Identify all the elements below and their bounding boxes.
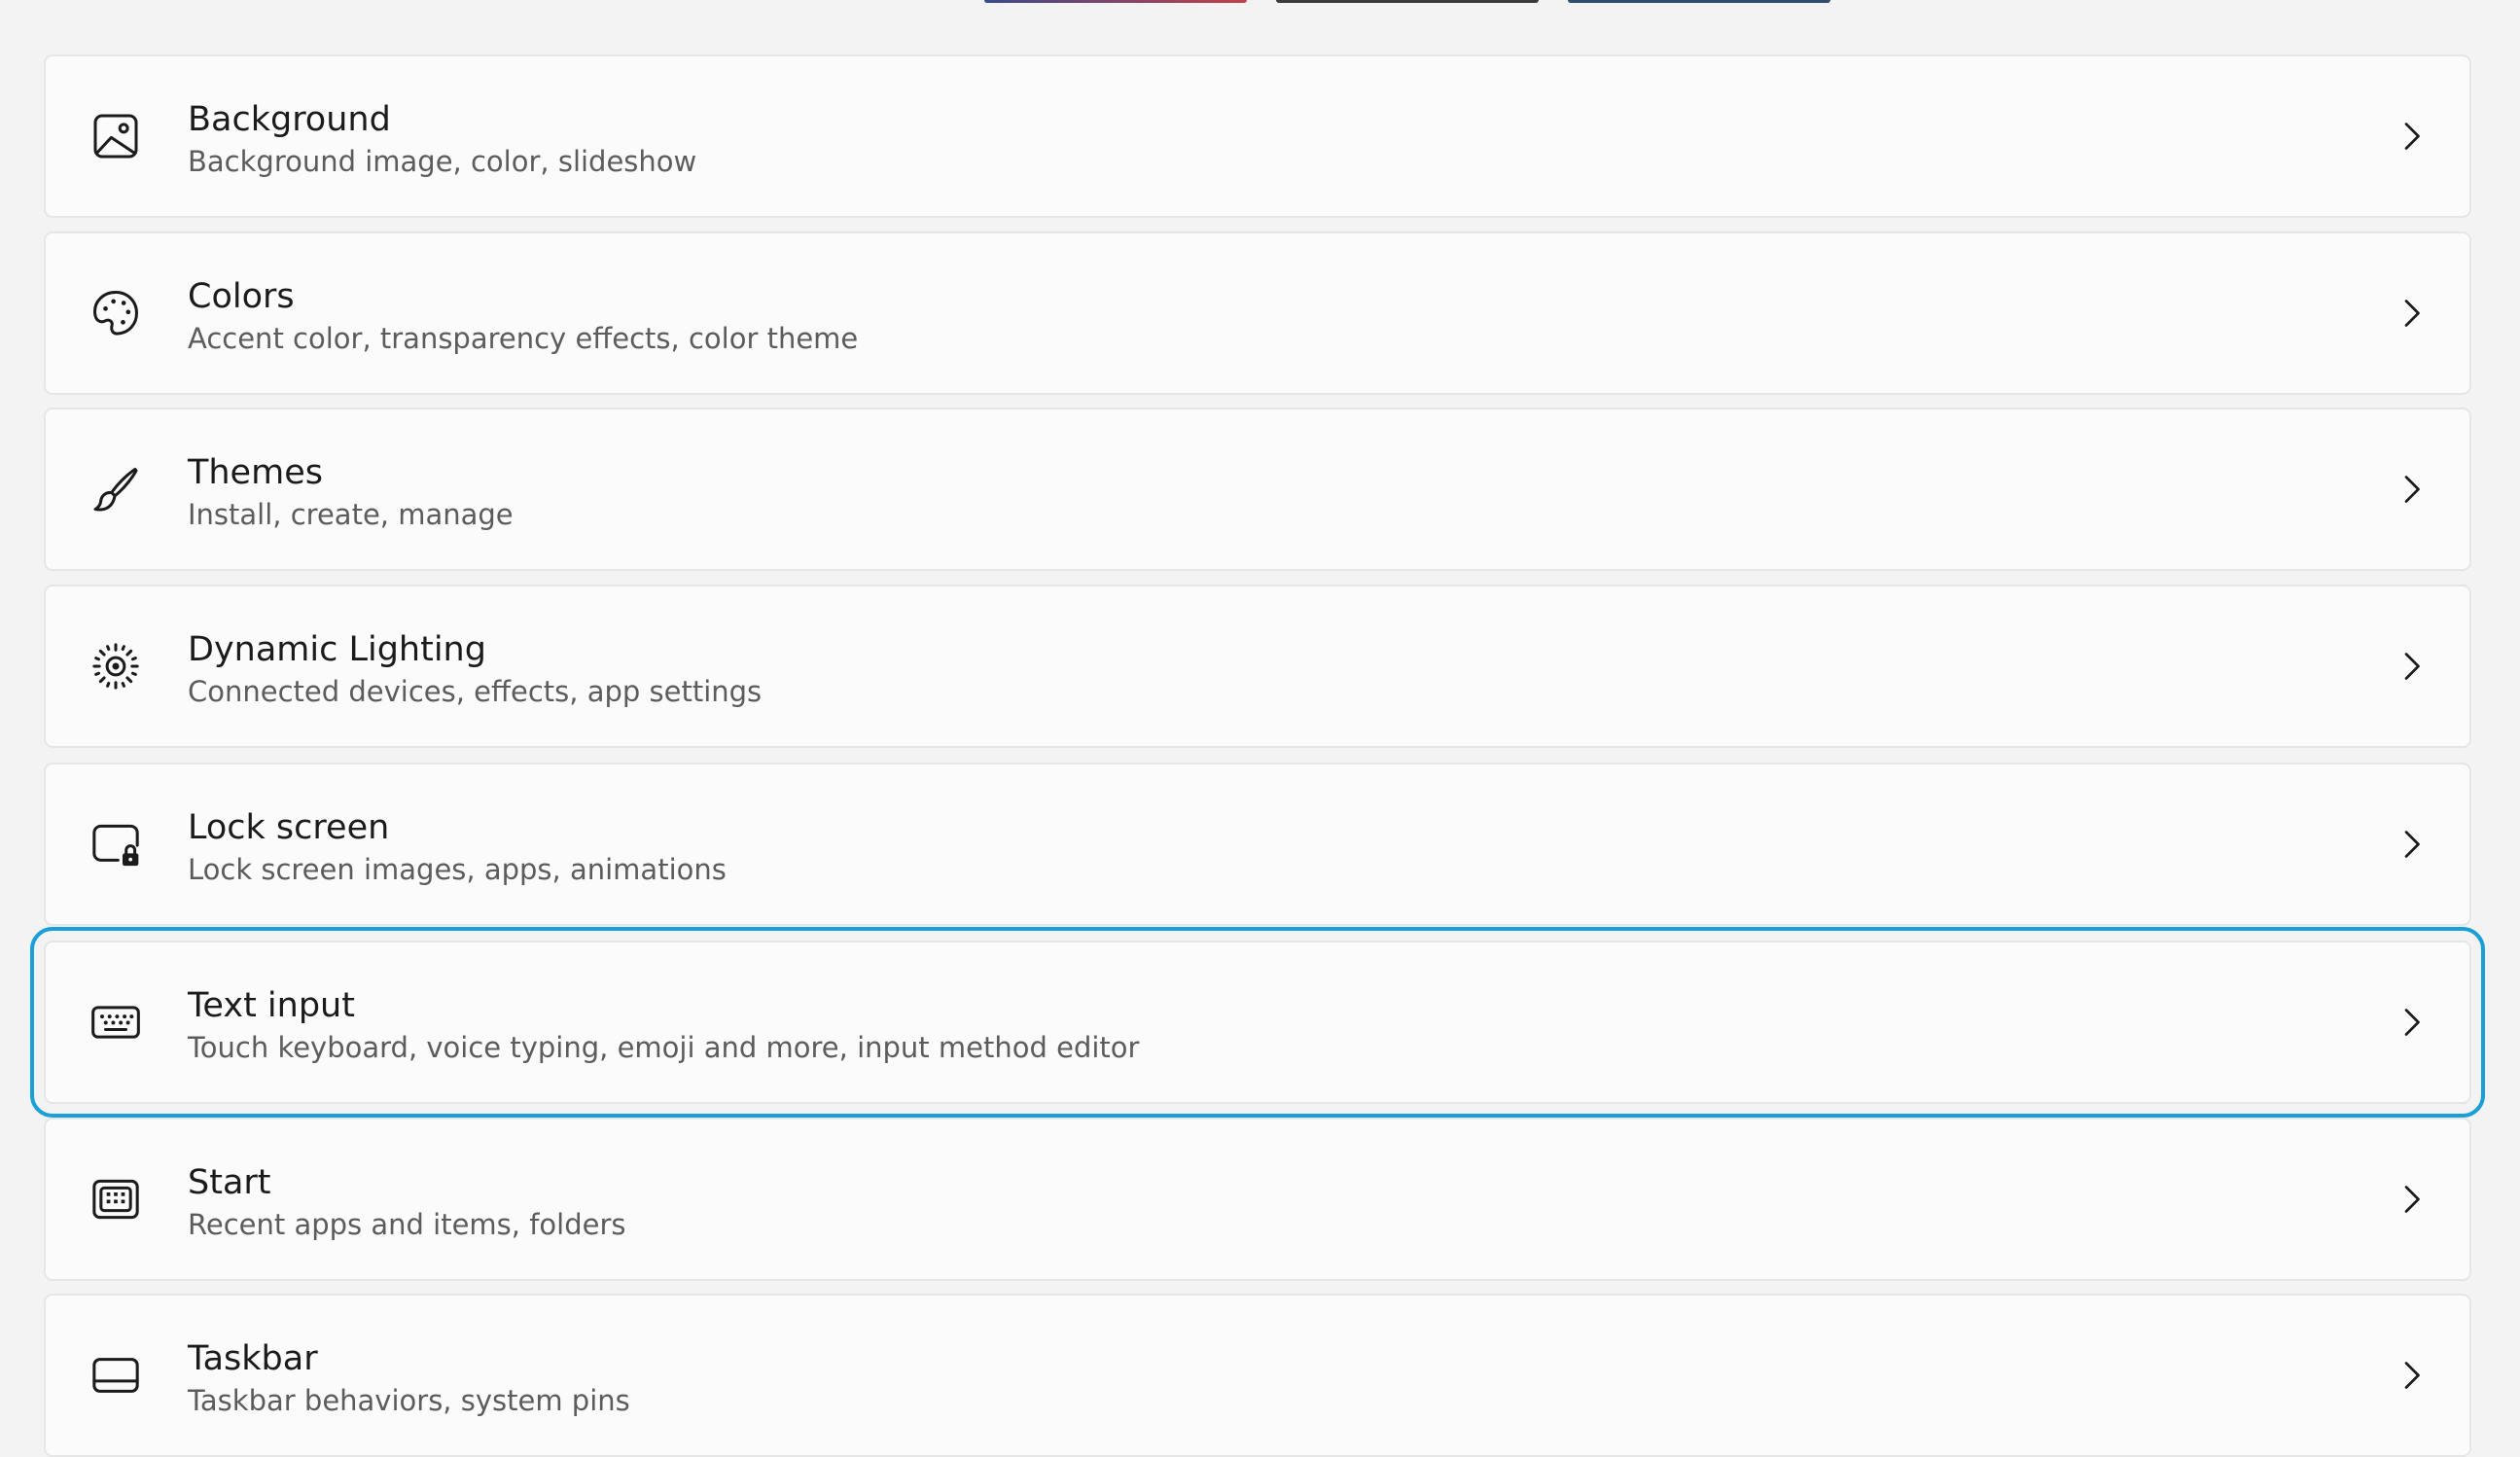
settings-item-title: Dynamic Lighting <box>188 630 486 669</box>
brush-icon <box>89 462 143 516</box>
settings-item-themes[interactable]: Themes Install, create, manage <box>44 408 2471 571</box>
settings-item-text-input[interactable]: Text input Touch keyboard, voice typing,… <box>30 927 2485 1118</box>
chevron-right-icon <box>2392 294 2431 333</box>
taskbar-icon <box>89 1348 143 1403</box>
settings-item-title: Start <box>188 1163 271 1202</box>
lighting-icon <box>89 639 143 693</box>
settings-item-subtitle: Accent color, transparency effects, colo… <box>188 322 859 355</box>
chevron-right-icon <box>2392 1180 2431 1219</box>
settings-item-subtitle: Background image, color, slideshow <box>188 145 697 178</box>
settings-item-subtitle: Connected devices, effects, app settings <box>188 675 763 708</box>
settings-item-start[interactable]: Start Recent apps and items, folders <box>44 1118 2471 1281</box>
settings-item-subtitle: Recent apps and items, folders <box>188 1208 626 1241</box>
chevron-right-icon <box>2392 1003 2431 1042</box>
keyboard-icon <box>89 995 143 1049</box>
settings-item-title: Text input <box>188 986 355 1025</box>
settings-item-title: Taskbar <box>188 1339 318 1378</box>
personalization-settings-list: Background Background image, color, slid… <box>0 0 2520 1457</box>
settings-item-title: Lock screen <box>188 808 390 847</box>
settings-item-subtitle: Taskbar behaviors, system pins <box>188 1384 630 1417</box>
settings-item-subtitle: Lock screen images, apps, animations <box>188 853 727 886</box>
chevron-right-icon <box>2392 825 2431 864</box>
chevron-right-icon <box>2392 1356 2431 1395</box>
image-icon <box>89 109 143 163</box>
settings-item-title: Background <box>188 100 391 139</box>
start-icon <box>89 1172 143 1226</box>
settings-item-lock-screen[interactable]: Lock screen Lock screen images, apps, an… <box>44 763 2471 926</box>
chevron-right-icon <box>2392 647 2431 686</box>
settings-item-background[interactable]: Background Background image, color, slid… <box>44 54 2471 218</box>
settings-item-title: Colors <box>188 277 295 316</box>
settings-item-subtitle: Install, create, manage <box>188 498 514 531</box>
palette-icon <box>89 286 143 340</box>
settings-item-title: Themes <box>188 453 323 492</box>
settings-item-subtitle: Touch keyboard, voice typing, emoji and … <box>188 1031 1140 1064</box>
chevron-right-icon <box>2392 117 2431 156</box>
chevron-right-icon <box>2392 470 2431 509</box>
settings-item-taskbar[interactable]: Taskbar Taskbar behaviors, system pins <box>44 1294 2471 1457</box>
settings-item-dynamic-lighting[interactable]: Dynamic Lighting Connected devices, effe… <box>44 585 2471 748</box>
settings-item-colors[interactable]: Colors Accent color, transparency effect… <box>44 231 2471 395</box>
lock-screen-icon <box>89 817 143 871</box>
